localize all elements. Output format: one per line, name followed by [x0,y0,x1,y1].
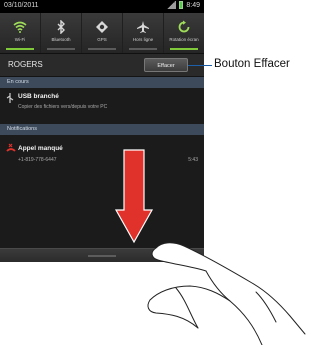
down-arrow-icon [114,149,154,244]
gesture-overlay [114,149,306,345]
hand-icon [147,242,306,345]
